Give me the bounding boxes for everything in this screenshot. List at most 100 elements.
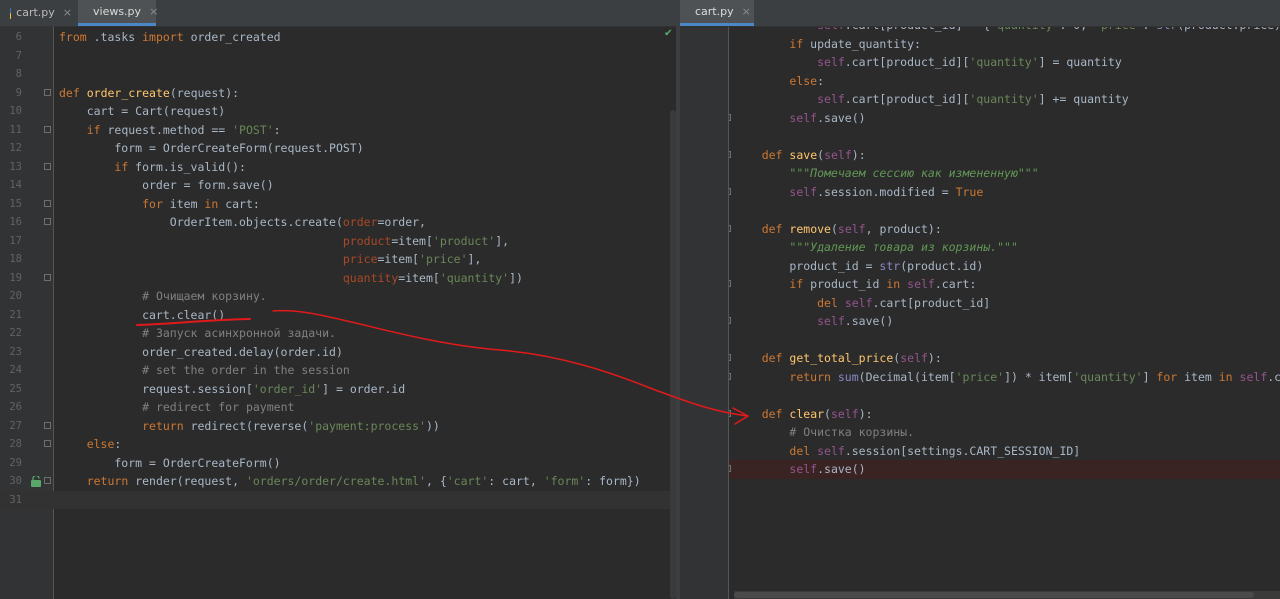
code-line[interactable]: 58 def get_total_price(self): xyxy=(680,349,1280,368)
code-text[interactable]: product_id = str(product.id) xyxy=(734,257,983,276)
code-text[interactable]: # Очистка корзины. xyxy=(734,423,914,442)
code-line[interactable]: 59 return sum(Decimal(item['price']) * i… xyxy=(680,368,1280,387)
code-text[interactable]: self.cart[product_id]['quantity'] += qua… xyxy=(734,90,1129,109)
code-line[interactable]: 49 self.session.modified = True xyxy=(680,183,1280,202)
code-text[interactable]: # redirect for payment xyxy=(59,398,294,417)
code-line[interactable]: 51 def remove(self, product): xyxy=(680,220,1280,239)
fold-marker-icon[interactable] xyxy=(44,273,51,281)
code-line[interactable]: 8 xyxy=(0,65,676,84)
code-line[interactable]: 65 xyxy=(680,479,1280,498)
code-line[interactable]: 25 request.session['order_id'] = order.i… xyxy=(0,380,676,399)
code-line[interactable]: 16 OrderItem.objects.create(order=order, xyxy=(0,213,676,232)
code-line[interactable]: 41 if update_quantity: xyxy=(680,35,1280,54)
close-tab-icon[interactable]: × xyxy=(63,0,72,26)
horizontal-scrollbar[interactable] xyxy=(734,591,1280,599)
fold-marker-icon[interactable] xyxy=(44,88,51,96)
fold-marker-icon[interactable] xyxy=(44,199,51,207)
code-line[interactable]: 28 else: xyxy=(0,435,676,454)
scrollbar-thumb[interactable] xyxy=(734,592,1254,598)
code-line[interactable]: 13 if form.is_valid(): xyxy=(0,158,676,177)
line-number[interactable]: 28 xyxy=(0,435,22,454)
tab-cart-py-right[interactable]: cart.py × xyxy=(680,0,754,26)
line-number[interactable]: 22 xyxy=(0,324,22,343)
code-line[interactable]: 55 del self.cart[product_id] xyxy=(680,294,1280,313)
code-line[interactable]: 63 del self.session[settings.CART_SESSIO… xyxy=(680,442,1280,461)
code-text[interactable]: def remove(self, product): xyxy=(734,220,942,239)
code-line[interactable]: 21 cart.clear() xyxy=(0,306,676,325)
line-number[interactable]: 26 xyxy=(0,398,22,417)
code-line[interactable]: 53 product_id = str(product.id) xyxy=(680,257,1280,276)
code-text[interactable]: if product_id in self.cart: xyxy=(734,275,976,294)
line-number[interactable]: 14 xyxy=(0,176,22,195)
code-text[interactable]: else: xyxy=(59,435,122,454)
code-text[interactable]: self.save() xyxy=(734,460,865,479)
code-text[interactable]: self.session.modified = True xyxy=(734,183,983,202)
editor-pane-right[interactable]: 40 self.cart[product_id] = {'quantity': … xyxy=(680,0,1280,599)
code-line[interactable]: 30 return render(request, 'orders/order/… xyxy=(0,472,676,491)
code-line[interactable]: 22 # Запуск асинхронной задачи. xyxy=(0,324,676,343)
code-text[interactable]: quantity=item['quantity']) xyxy=(59,269,523,288)
line-number[interactable]: 16 xyxy=(0,213,22,232)
line-number[interactable]: 30 xyxy=(0,472,22,491)
code-line[interactable]: 42 self.cart[product_id]['quantity'] = q… xyxy=(680,53,1280,72)
code-text[interactable]: del self.cart[product_id] xyxy=(734,294,990,313)
code-text[interactable]: order_created.delay(order.id) xyxy=(59,343,343,362)
fold-marker-icon[interactable] xyxy=(44,440,51,447)
code-text[interactable]: form = OrderCreateForm(request.POST) xyxy=(59,139,363,158)
fold-marker-icon[interactable] xyxy=(44,477,51,484)
code-line[interactable]: 60 xyxy=(680,386,1280,405)
code-line[interactable]: 50 xyxy=(680,201,1280,220)
run-gutter-icon[interactable] xyxy=(30,474,42,487)
code-text[interactable]: return redirect(reverse('payment:process… xyxy=(59,417,440,436)
code-line[interactable]: 29 form = OrderCreateForm() xyxy=(0,454,676,473)
code-text[interactable]: cart.clear() xyxy=(59,306,225,325)
line-number[interactable]: 10 xyxy=(0,102,22,121)
code-text[interactable]: if update_quantity: xyxy=(734,35,921,54)
code-text[interactable]: # set the order in the session xyxy=(59,361,350,380)
code-text[interactable]: OrderItem.objects.create(order=order, xyxy=(59,213,426,232)
code-line[interactable]: 18 price=item['price'], xyxy=(0,250,676,269)
code-line[interactable]: 26 # redirect for payment xyxy=(0,398,676,417)
code-text[interactable]: """Помечаем сессию как измененную""" xyxy=(734,164,1038,183)
code-text[interactable]: self.save() xyxy=(734,109,865,128)
code-line[interactable]: 43 else: xyxy=(680,72,1280,91)
code-line[interactable]: 44 self.cart[product_id]['quantity'] += … xyxy=(680,90,1280,109)
code-line[interactable]: 17 product=item['product'], xyxy=(0,232,676,251)
line-number[interactable]: 31 xyxy=(0,491,22,510)
line-number[interactable]: 24 xyxy=(0,361,22,380)
code-text[interactable]: def get_total_price(self): xyxy=(734,349,942,368)
line-number[interactable]: 27 xyxy=(0,417,22,436)
code-line[interactable]: 46 xyxy=(680,127,1280,146)
code-text[interactable]: if request.method == 'POST': xyxy=(59,121,281,140)
code-text[interactable]: for item in cart: xyxy=(59,195,260,214)
code-line[interactable]: 10 cart = Cart(request) xyxy=(0,102,676,121)
fold-marker-icon[interactable] xyxy=(44,162,51,170)
line-number[interactable]: 25 xyxy=(0,380,22,399)
code-area-right[interactable]: 40 self.cart[product_id] = {'quantity': … xyxy=(680,16,1280,497)
code-text[interactable]: """Удаление товара из корзины.""" xyxy=(734,238,1017,257)
tab-cart-py-left[interactable]: cart.py × xyxy=(0,0,78,26)
code-line[interactable]: 31 xyxy=(0,490,676,510)
code-text[interactable]: price=item['price'], xyxy=(59,250,482,269)
line-number[interactable]: 7 xyxy=(0,47,22,66)
code-text[interactable]: return render(request, 'orders/order/cre… xyxy=(59,472,641,491)
fold-marker-icon[interactable] xyxy=(44,421,51,429)
code-line[interactable]: 47 def save(self): xyxy=(680,146,1280,165)
line-number[interactable]: 23 xyxy=(0,343,22,362)
code-text[interactable]: if form.is_valid(): xyxy=(59,158,246,177)
line-number[interactable]: 18 xyxy=(0,250,22,269)
line-number[interactable]: 21 xyxy=(0,306,22,325)
code-line[interactable]: 61 def clear(self): xyxy=(680,405,1280,424)
close-tab-icon[interactable]: × xyxy=(149,0,158,25)
code-line[interactable]: 56 self.save() xyxy=(680,312,1280,331)
line-number[interactable]: 6 xyxy=(0,28,22,47)
line-number[interactable]: 29 xyxy=(0,454,22,473)
code-line[interactable]: 14 order = form.save() xyxy=(0,176,676,195)
code-line[interactable]: 48 """Помечаем сессию как измененную""" xyxy=(680,164,1280,183)
code-line[interactable]: 45 self.save() xyxy=(680,109,1280,128)
code-line[interactable]: 19 quantity=item['quantity']) xyxy=(0,269,676,288)
line-number[interactable]: 13 xyxy=(0,158,22,177)
code-line[interactable]: 57 xyxy=(680,331,1280,350)
code-area-left[interactable]: 6 from .tasks import order_created 7 8 9 def … xyxy=(0,28,676,509)
code-line[interactable]: 23 order_created.delay(order.id) xyxy=(0,343,676,362)
